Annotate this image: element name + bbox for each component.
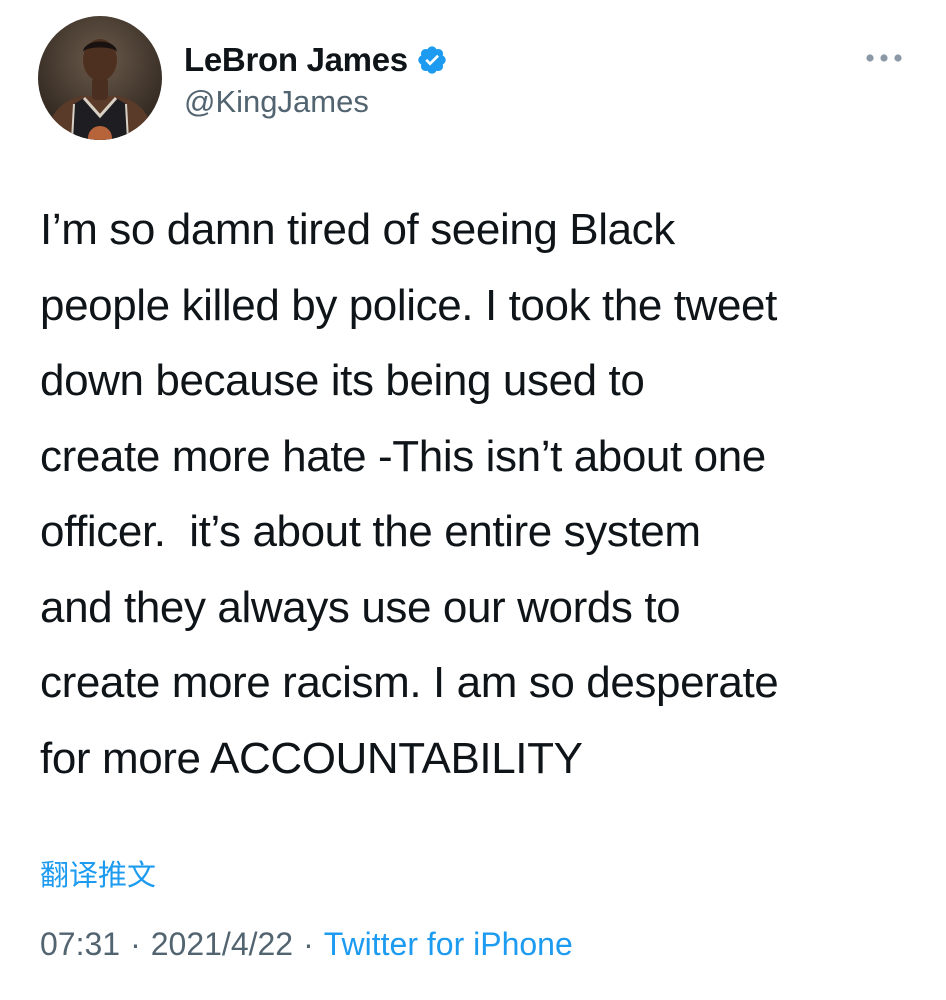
tweet-time[interactable]: 07:31: [40, 926, 120, 962]
meta-separator: ·: [303, 926, 314, 962]
meta-separator: ·: [130, 926, 141, 962]
tweet-text-line: create more hate -This isn’t about one: [40, 431, 766, 481]
more-horizontal-icon: [866, 54, 902, 62]
translate-tweet-link[interactable]: 翻译推文: [40, 852, 156, 894]
tweet-text-line: for more ACCOUNTABILITY: [40, 733, 583, 783]
tweet-text-line: create more racism. I am so desperate: [40, 658, 779, 707]
author-name-row[interactable]: LeBron James: [184, 38, 448, 82]
tweet-card: LeBron James @KingJames I’m so damn tire…: [0, 0, 946, 1000]
tweet-text-line: people killed by police. I took the twee…: [40, 280, 777, 330]
more-options-button[interactable]: [862, 40, 906, 76]
verified-badge-icon: [416, 44, 448, 76]
author-display-name: LeBron James: [184, 41, 408, 78]
tweet-text-line: down because its being used to: [40, 356, 645, 405]
tweet-text-line: I’m so damn tired of seeing Black: [40, 205, 675, 254]
tweet-text-line: and they always use our words to: [40, 582, 681, 632]
tweet-meta: 07:31 · 2021/4/22 · Twitter for iPhone: [40, 926, 573, 963]
tweet-source-link[interactable]: Twitter for iPhone: [324, 926, 573, 962]
avatar-image: [38, 16, 162, 140]
tweet-text-line: officer. it’s about the entire system: [40, 507, 701, 556]
author-handle[interactable]: @KingJames: [184, 84, 369, 120]
tweet-text: I’m so damn tired of seeing Black people…: [40, 192, 920, 796]
tweet-date[interactable]: 2021/4/22: [151, 926, 293, 962]
avatar[interactable]: [38, 16, 162, 140]
